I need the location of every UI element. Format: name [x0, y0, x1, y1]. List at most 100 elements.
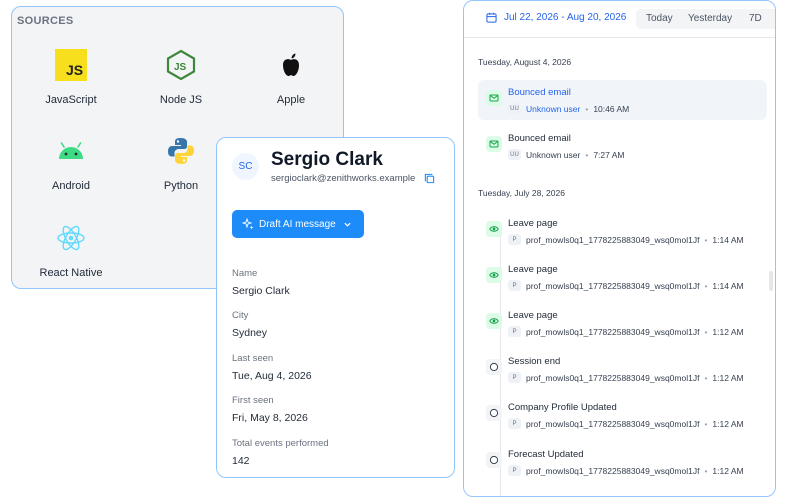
eye-icon: [489, 318, 499, 324]
event-title: Session end: [508, 356, 561, 367]
meta-separator: •: [704, 372, 708, 383]
event-user[interactable]: prof_mowls0q1_1778225883049_wsq0mol1Jf: [526, 327, 699, 337]
event-row[interactable]: Company Profile Updated P prof_mowls0q1_…: [478, 395, 767, 435]
event-time: 1:14 AM: [712, 280, 744, 291]
source-react-native[interactable]: React Native: [16, 222, 126, 279]
event-type-badge: [486, 267, 502, 283]
event-title: Forecast Updated: [508, 449, 584, 460]
react-icon: [57, 225, 85, 251]
event-meta: P prof_mowls0q1_1778225883049_wsq0mol1Jf…: [508, 326, 744, 337]
event-time: 1:12 AM: [712, 465, 744, 476]
mail-icon: [489, 94, 499, 102]
activity-panel: Jul 22, 2026 - Aug 20, 2026 Today Yester…: [463, 0, 776, 497]
source-label: Apple: [276, 94, 306, 106]
event-time: 1:12 AM: [712, 372, 744, 383]
event-user[interactable]: prof_mowls0q1_1778225883049_wsq0mol1Jf: [526, 281, 699, 291]
source-javascript[interactable]: JS JavaScript: [16, 49, 126, 106]
sparkle-icon: [242, 218, 254, 230]
event-user[interactable]: Unknown user: [526, 150, 580, 160]
tab-today[interactable]: Today: [646, 13, 673, 24]
event-type-badge: [486, 90, 502, 106]
eye-icon: [489, 226, 499, 232]
field-value-last-seen: Tue, Aug 4, 2026: [232, 370, 312, 382]
event-user[interactable]: prof_mowls0q1_1778225883049_wsq0mol1Jf: [526, 466, 699, 476]
android-icon: [59, 142, 83, 159]
event-user[interactable]: Unknown user: [526, 104, 580, 114]
meta-separator: •: [704, 280, 708, 291]
user-chip: UU: [508, 103, 521, 114]
source-nodejs[interactable]: JS Node JS: [126, 49, 236, 106]
draft-ai-message-button[interactable]: Draft AI message: [232, 210, 364, 238]
user-chip: P: [508, 372, 521, 383]
event-time: 10:46 AM: [593, 103, 630, 114]
python-icon: [168, 138, 194, 164]
event-row[interactable]: Bounced email UU Unknown user • 10:46 AM: [478, 80, 767, 120]
javascript-icon: JS: [55, 49, 87, 81]
source-label: JavaScript: [45, 94, 97, 106]
field-value-first-seen: Fri, May 8, 2026: [232, 412, 308, 424]
event-time: 1:12 AM: [712, 418, 744, 429]
event-user[interactable]: prof_mowls0q1_1778225883049_wsq0mol1Jf: [526, 235, 699, 245]
event-time: 7:27 AM: [593, 149, 625, 160]
profile-name: Sergio Clark: [271, 149, 383, 170]
profile-card: SC Sergio Clark sergioclark@zenithworks.…: [216, 137, 455, 478]
event-title: Leave page: [508, 264, 558, 275]
event-meta: UU Unknown user • 7:27 AM: [508, 149, 625, 160]
event-row[interactable]: Leave page P prof_mowls0q1_1778225883049…: [478, 211, 767, 251]
event-title: Bounced email: [508, 133, 571, 144]
source-label: Node JS: [159, 94, 203, 106]
tab-yesterday[interactable]: Yesterday: [688, 13, 732, 24]
source-apple[interactable]: Apple: [236, 49, 343, 106]
event-title: Leave page: [508, 218, 558, 229]
source-label: Android: [52, 180, 90, 192]
event-meta: P prof_mowls0q1_1778225883049_wsq0mol1Jf…: [508, 372, 744, 383]
event-type-badge: [486, 136, 502, 152]
field-label-city: City: [232, 310, 249, 321]
field-label-name: Name: [232, 268, 258, 279]
event-row[interactable]: Bounced email UU Unknown user • 7:27 AM: [478, 126, 767, 166]
event-title: Bounced email: [508, 87, 571, 98]
user-chip: P: [508, 326, 521, 337]
draft-ai-message-label: Draft AI message: [259, 218, 336, 230]
field-label-total-events: Total events performed: [232, 438, 329, 449]
meta-separator: •: [585, 103, 589, 114]
svg-text:JS: JS: [66, 62, 83, 78]
field-value-total-events: 142: [232, 455, 250, 467]
day-header: Tuesday, August 4, 2026: [478, 57, 572, 67]
meta-separator: •: [704, 234, 708, 245]
event-row[interactable]: Leave page P prof_mowls0q1_1778225883049…: [478, 303, 767, 343]
field-label-last-seen: Last seen: [232, 353, 274, 364]
event-meta: UU Unknown user • 10:46 AM: [508, 103, 629, 114]
day-header: Tuesday, July 28, 2026: [478, 188, 565, 198]
copy-icon[interactable]: [424, 173, 435, 184]
eye-icon: [489, 272, 499, 278]
event-user[interactable]: prof_mowls0q1_1778225883049_wsq0mol1Jf: [526, 419, 699, 429]
event-user[interactable]: prof_mowls0q1_1778225883049_wsq0mol1Jf: [526, 373, 699, 383]
field-label-first-seen: First seen: [232, 395, 274, 406]
sources-title: SOURCES: [17, 15, 74, 27]
date-range-picker[interactable]: Jul 22, 2026 - Aug 20, 2026: [486, 12, 626, 23]
event-meta: P prof_mowls0q1_1778225883049_wsq0mol1Jf…: [508, 418, 744, 429]
user-chip: P: [508, 280, 521, 291]
circle-icon: [489, 408, 499, 418]
event-row[interactable]: Leave page P prof_mowls0q1_1778225883049…: [478, 257, 767, 297]
circle-icon: [489, 362, 499, 372]
field-value-name: Sergio Clark: [232, 285, 290, 297]
event-title: Leave page: [508, 310, 558, 321]
user-chip: UU: [508, 149, 521, 160]
event-meta: P prof_mowls0q1_1778225883049_wsq0mol1Jf…: [508, 234, 744, 245]
event-row[interactable]: Session end P prof_mowls0q1_177822588304…: [478, 349, 767, 389]
event-meta: P prof_mowls0q1_1778225883049_wsq0mol1Jf…: [508, 465, 744, 476]
event-row[interactable]: Forecast Updated P prof_mowls0q1_1778225…: [478, 442, 767, 482]
chevron-down-icon: [344, 222, 351, 227]
apple-icon: [283, 53, 299, 76]
svg-text:JS: JS: [174, 62, 187, 73]
source-android[interactable]: Android: [16, 135, 126, 192]
event-type-badge: [486, 452, 502, 468]
circle-icon: [489, 455, 499, 465]
event-type-badge: [486, 359, 502, 375]
scrollbar-thumb[interactable]: [769, 271, 773, 291]
tab-7d[interactable]: 7D: [749, 13, 762, 24]
header-divider: [464, 37, 775, 38]
event-time: 1:14 AM: [712, 234, 744, 245]
